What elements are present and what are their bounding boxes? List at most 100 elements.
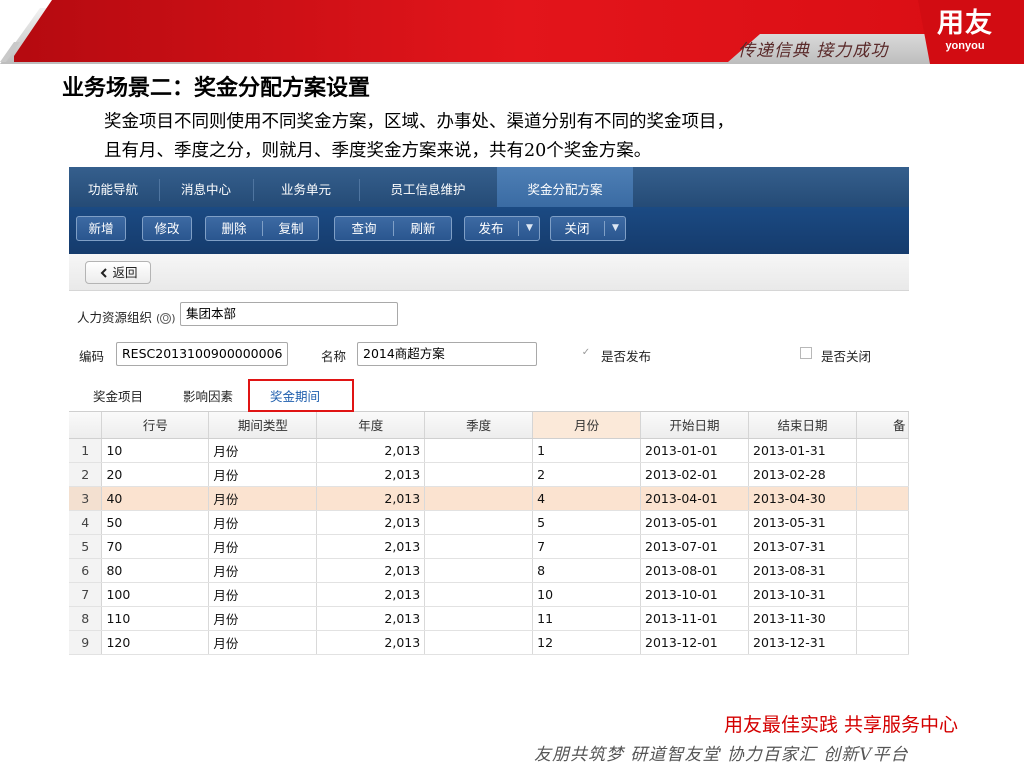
nav-tab-employee-info[interactable]: 员工信息维护 xyxy=(361,167,495,207)
cell-month[interactable]: 2 xyxy=(532,462,642,487)
code-field[interactable]: RESC2013100900000006 xyxy=(116,342,288,366)
cell-quarter[interactable] xyxy=(424,486,534,511)
org-field[interactable]: 集团本部 xyxy=(180,302,398,326)
cell-line-no[interactable]: 70 xyxy=(101,534,210,559)
cell-quarter[interactable] xyxy=(424,438,534,463)
cell-month[interactable]: 8 xyxy=(532,558,642,583)
cell-line-no[interactable]: 80 xyxy=(101,558,210,583)
cell-quarter[interactable] xyxy=(424,582,534,607)
nav-tab-function-nav[interactable]: 功能导航 xyxy=(69,167,157,207)
cell-year[interactable]: 2,013 xyxy=(316,510,426,535)
cell-end-date[interactable]: 2013-08-31 xyxy=(748,558,857,583)
cell-remark[interactable] xyxy=(856,630,909,655)
cell-remark[interactable] xyxy=(856,510,909,535)
cell-year[interactable]: 2,013 xyxy=(316,630,426,655)
header-end-date[interactable]: 结束日期 xyxy=(748,412,857,439)
cell-start-date[interactable]: 2013-10-01 xyxy=(640,582,749,607)
cell-end-date[interactable]: 2013-05-31 xyxy=(748,510,857,535)
tab-influence-factors[interactable]: 影响因素 xyxy=(183,386,233,405)
cell-line-no[interactable]: 20 xyxy=(101,462,210,487)
cell-year[interactable]: 2,013 xyxy=(316,534,426,559)
nav-tab-bonus-plan[interactable]: 奖金分配方案 xyxy=(497,167,633,207)
nav-tab-business-unit[interactable]: 业务单元 xyxy=(255,167,357,207)
header-line-no[interactable]: 行号 xyxy=(101,412,210,439)
cell-end-date[interactable]: 2013-07-31 xyxy=(748,534,857,559)
edit-button[interactable]: 修改 xyxy=(142,216,192,241)
cell-start-date[interactable]: 2013-04-01 xyxy=(640,486,749,511)
table-row[interactable]: 9 120 月份 2,013 12 2013-12-01 2013-12-31 xyxy=(69,630,909,655)
header-period-type[interactable]: 期间类型 xyxy=(208,412,318,439)
query-button[interactable]: 查询 xyxy=(335,217,393,240)
cell-remark[interactable] xyxy=(856,438,909,463)
cell-start-date[interactable]: 2013-08-01 xyxy=(640,558,749,583)
cell-period-type[interactable]: 月份 xyxy=(208,534,318,559)
cell-start-date[interactable]: 2013-01-01 xyxy=(640,438,749,463)
table-row[interactable]: 1 10 月份 2,013 1 2013-01-01 2013-01-31 xyxy=(69,438,909,463)
tab-bonus-items[interactable]: 奖金项目 xyxy=(93,386,143,405)
cell-start-date[interactable]: 2013-07-01 xyxy=(640,534,749,559)
cell-year[interactable]: 2,013 xyxy=(316,486,426,511)
cell-period-type[interactable]: 月份 xyxy=(208,510,318,535)
cell-end-date[interactable]: 2013-11-30 xyxy=(748,606,857,631)
cell-quarter[interactable] xyxy=(424,534,534,559)
cell-remark[interactable] xyxy=(856,582,909,607)
cell-end-date[interactable]: 2013-02-28 xyxy=(748,462,857,487)
cell-period-type[interactable]: 月份 xyxy=(208,462,318,487)
close-dropdown-icon[interactable]: ▼ xyxy=(605,217,626,240)
cell-remark[interactable] xyxy=(856,558,909,583)
table-row[interactable]: 2 20 月份 2,013 2 2013-02-01 2013-02-28 xyxy=(69,462,909,487)
cell-quarter[interactable] xyxy=(424,510,534,535)
cell-quarter[interactable] xyxy=(424,462,534,487)
publish-dropdown-icon[interactable]: ▼ xyxy=(519,217,540,240)
header-remark[interactable]: 备 xyxy=(856,412,909,439)
cell-quarter[interactable] xyxy=(424,606,534,631)
copy-button[interactable]: 复制 xyxy=(263,217,319,240)
cell-remark[interactable] xyxy=(856,606,909,631)
cell-month[interactable]: 5 xyxy=(532,510,642,535)
delete-button[interactable]: 删除 xyxy=(206,217,262,240)
cell-year[interactable]: 2,013 xyxy=(316,462,426,487)
tab-bonus-period[interactable]: 奖金期间 xyxy=(270,386,320,405)
table-row-selected[interactable]: 3 40 月份 2,013 4 2013-04-01 2013-04-30 xyxy=(69,486,909,511)
cell-end-date[interactable]: 2013-04-30 xyxy=(748,486,857,511)
cell-start-date[interactable]: 2013-11-01 xyxy=(640,606,749,631)
cell-remark[interactable] xyxy=(856,534,909,559)
cell-year[interactable]: 2,013 xyxy=(316,606,426,631)
cell-period-type[interactable]: 月份 xyxy=(208,438,318,463)
cell-month[interactable]: 4 xyxy=(532,486,642,511)
cell-line-no[interactable]: 50 xyxy=(101,510,210,535)
back-button[interactable]: 返回 xyxy=(85,261,151,284)
cell-period-type[interactable]: 月份 xyxy=(208,582,318,607)
cell-line-no[interactable]: 120 xyxy=(101,630,210,655)
publish-button[interactable]: 发布 xyxy=(465,217,517,240)
cell-period-type[interactable]: 月份 xyxy=(208,606,318,631)
header-start-date[interactable]: 开始日期 xyxy=(640,412,749,439)
cell-line-no[interactable]: 110 xyxy=(101,606,210,631)
cell-line-no[interactable]: 10 xyxy=(101,438,210,463)
nav-tab-message-center[interactable]: 消息中心 xyxy=(161,167,251,207)
cell-month[interactable]: 11 xyxy=(532,606,642,631)
cell-period-type[interactable]: 月份 xyxy=(208,558,318,583)
cell-start-date[interactable]: 2013-02-01 xyxy=(640,462,749,487)
published-checkbox[interactable]: ✓ xyxy=(580,347,592,359)
cell-year[interactable]: 2,013 xyxy=(316,582,426,607)
table-row[interactable]: 4 50 月份 2,013 5 2013-05-01 2013-05-31 xyxy=(69,510,909,535)
table-row[interactable]: 8 110 月份 2,013 11 2013-11-01 2013-11-30 xyxy=(69,606,909,631)
name-field[interactable]: 2014商超方案 xyxy=(357,342,537,366)
cell-line-no[interactable]: 40 xyxy=(101,486,210,511)
cell-month[interactable]: 7 xyxy=(532,534,642,559)
cell-year[interactable]: 2,013 xyxy=(316,438,426,463)
table-row[interactable]: 7 100 月份 2,013 10 2013-10-01 2013-10-31 xyxy=(69,582,909,607)
header-quarter[interactable]: 季度 xyxy=(424,412,534,439)
table-row[interactable]: 6 80 月份 2,013 8 2013-08-01 2013-08-31 xyxy=(69,558,909,583)
cell-start-date[interactable]: 2013-12-01 xyxy=(640,630,749,655)
cell-period-type[interactable]: 月份 xyxy=(208,486,318,511)
header-month[interactable]: 月份 xyxy=(532,412,642,439)
closed-checkbox[interactable] xyxy=(800,347,812,359)
cell-remark[interactable] xyxy=(856,486,909,511)
cell-period-type[interactable]: 月份 xyxy=(208,630,318,655)
cell-end-date[interactable]: 2013-12-31 xyxy=(748,630,857,655)
cell-month[interactable]: 12 xyxy=(532,630,642,655)
cell-month[interactable]: 1 xyxy=(532,438,642,463)
cell-remark[interactable] xyxy=(856,462,909,487)
